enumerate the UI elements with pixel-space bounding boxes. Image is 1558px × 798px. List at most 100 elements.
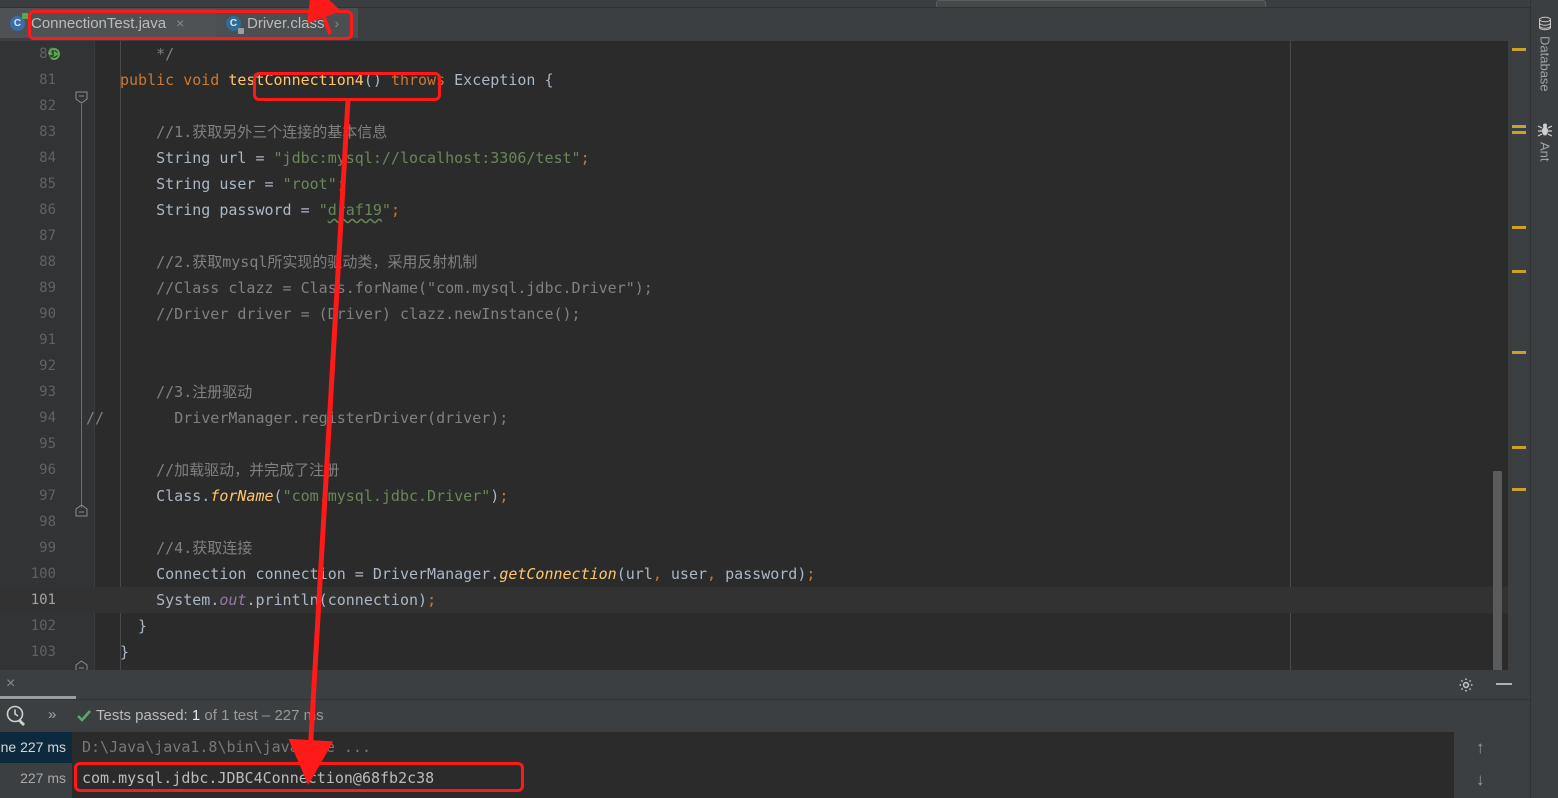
code-line[interactable]: 92 <box>0 353 1508 379</box>
stripe-marker[interactable] <box>1512 270 1526 273</box>
code-line[interactable]: 99 //4.获取连接 <box>0 535 1508 561</box>
code-line[interactable]: 89 //Class clazz = Class.forName("com.my… <box>0 275 1508 301</box>
scroll-up-icon[interactable]: ↑ <box>1476 738 1485 758</box>
editor-scrollbar[interactable] <box>1490 41 1504 671</box>
code-line[interactable]: 95 <box>0 431 1508 457</box>
minimize-icon[interactable] <box>1496 683 1512 685</box>
line-number: 82 <box>39 98 56 114</box>
fold-marker-icon[interactable] <box>75 504 88 517</box>
code-line[interactable]: 103} <box>0 639 1508 665</box>
code-text: //4.获取连接 <box>156 539 253 557</box>
close-icon[interactable]: × <box>6 675 15 693</box>
fold-region-line <box>81 104 82 508</box>
fold-marker-end-icon[interactable] <box>75 660 88 670</box>
code-text: Class.forName("com.mysql.jdbc.Driver"); <box>156 487 509 505</box>
code-text: public void testConnection4() throws Exc… <box>120 71 554 89</box>
code-text: DriverManager.registerDriver(driver); <box>174 409 509 427</box>
scrollbar-thumb[interactable] <box>1493 471 1502 671</box>
scroll-down-icon[interactable]: ↓ <box>1476 770 1485 790</box>
run-test-icon[interactable] <box>46 46 62 62</box>
line-number: 100 <box>30 566 56 582</box>
line-number: 92 <box>39 358 56 374</box>
expand-chevron-icon[interactable]: » <box>48 706 56 723</box>
test-tree-row[interactable]: 227 ms <box>0 763 72 794</box>
tab-connectiontest-java[interactable]: C ConnectionTest.java × <box>0 8 216 38</box>
code-text: //Driver driver = (Driver) clazz.newInst… <box>156 305 581 323</box>
code-text: } <box>120 617 148 635</box>
right-tool-window-bar: Database Ant <box>1530 0 1558 798</box>
status-prefix: Tests passed: <box>96 707 192 724</box>
test-tree[interactable]: ne 227 ms 227 ms <box>0 732 72 798</box>
code-editor[interactable]: 80 */ 81 public void testConnection4() thr… <box>0 41 1508 670</box>
code-line[interactable]: 88 //2.获取mysql所实现的驱动类，采用反射机制 <box>0 249 1508 275</box>
code-line[interactable]: 82 <box>0 93 1508 119</box>
line-number: 102 <box>30 618 56 634</box>
line-number: 99 <box>39 540 56 556</box>
java-class-icon: C <box>10 12 28 31</box>
line-number: 88 <box>39 254 56 270</box>
status-count: 1 <box>191 707 201 724</box>
code-line[interactable]: 101 System.out.println(connection); <box>0 587 1508 613</box>
gear-icon[interactable] <box>1458 677 1474 693</box>
ant-bug-icon <box>1537 123 1553 137</box>
top-strip <box>0 0 1558 8</box>
run-panel-header: × <box>0 670 1530 700</box>
console-output[interactable]: D:\Java\java1.8\bin\java.exe ... com.mysq… <box>72 732 1454 798</box>
line-number: 91 <box>39 332 56 348</box>
line-number: 98 <box>39 514 56 530</box>
console-line: com.mysql.jdbc.JDBC4Connection@68fb2c38 <box>82 769 435 787</box>
code-line[interactable]: 85 String user = "root"; <box>0 171 1508 197</box>
code-line[interactable]: 87 <box>0 223 1508 249</box>
stripe-marker[interactable] <box>1512 446 1526 449</box>
code-line[interactable]: 102 } <box>0 613 1508 639</box>
code-line[interactable]: 96 //加载驱动，并完成了注册 <box>0 457 1508 483</box>
tool-window-label: Database <box>1537 36 1553 92</box>
line-number: 87 <box>39 228 56 244</box>
line-number: 81 <box>39 72 56 88</box>
code-line[interactable]: 93 //3.注册驱动 <box>0 379 1508 405</box>
tool-window-label: Ant <box>1537 142 1553 162</box>
fold-collapse-icon[interactable] <box>75 91 88 104</box>
code-line[interactable]: 84 String url = "jdbc:mysql://localhost:… <box>0 145 1508 171</box>
code-line[interactable]: 94 // DriverManager.registerDriver(driver… <box>0 405 1508 431</box>
line-number: 90 <box>39 306 56 322</box>
line-number: 97 <box>39 488 56 504</box>
code-line[interactable]: 90 //Driver driver = (Driver) clazz.newI… <box>0 301 1508 327</box>
console-line: D:\Java\java1.8\bin\java.exe ... <box>82 738 371 756</box>
line-number: 86 <box>39 202 56 218</box>
stripe-marker[interactable] <box>1512 351 1526 354</box>
line-number: 103 <box>30 644 56 660</box>
stripe-marker[interactable] <box>1512 125 1526 128</box>
chevron-right-icon[interactable]: › <box>335 15 340 31</box>
code-line[interactable]: 97 Class.forName("com.mysql.jdbc.Driver"… <box>0 483 1508 509</box>
code-line[interactable]: 81 public void testConnection4() throws E… <box>0 67 1508 93</box>
tab-driver-class[interactable]: C Driver.class › <box>216 8 358 38</box>
stripe-marker[interactable] <box>1512 488 1526 491</box>
code-line[interactable]: 86 String password = "draf19"; <box>0 197 1508 223</box>
line-number: 93 <box>39 384 56 400</box>
database-icon <box>1539 16 1551 31</box>
code-line[interactable]: 83 //1.获取另外三个连接的基本信息 <box>0 119 1508 145</box>
code-line[interactable]: 100 Connection connection = DriverManage… <box>0 561 1508 587</box>
test-history-icon[interactable] <box>4 704 28 728</box>
run-tool-window: × » Tests passed: 1 of 1 test – 227 ms n… <box>0 670 1530 798</box>
code-text: String url = "jdbc:mysql://localhost:330… <box>156 149 590 167</box>
tool-window-ant[interactable]: Ant <box>1531 122 1558 162</box>
line-number: 83 <box>39 124 56 140</box>
stripe-marker[interactable] <box>1512 131 1526 134</box>
code-line[interactable]: 98 <box>0 509 1508 535</box>
editor-tab-bar: C ConnectionTest.java × C Driver.class › <box>0 8 1558 47</box>
stripe-marker[interactable] <box>1512 48 1526 51</box>
code-line[interactable]: 80 */ <box>0 41 1508 67</box>
stripe-marker[interactable] <box>1512 226 1526 229</box>
code-text: //2.获取mysql所实现的驱动类，采用反射机制 <box>156 253 478 271</box>
tool-window-database[interactable]: Database <box>1531 16 1558 92</box>
status-suffix: of 1 test – 227 ms <box>200 707 324 724</box>
code-line[interactable]: 91 <box>0 327 1508 353</box>
close-icon[interactable]: × <box>176 15 184 31</box>
line-number: 94 <box>39 410 56 426</box>
error-stripe[interactable] <box>1508 41 1530 670</box>
test-tree-row[interactable]: ne 227 ms <box>0 732 72 763</box>
code-lines: 80 */ 81 public void testConnection4() thr… <box>0 41 1508 670</box>
line-number: 85 <box>39 176 56 192</box>
